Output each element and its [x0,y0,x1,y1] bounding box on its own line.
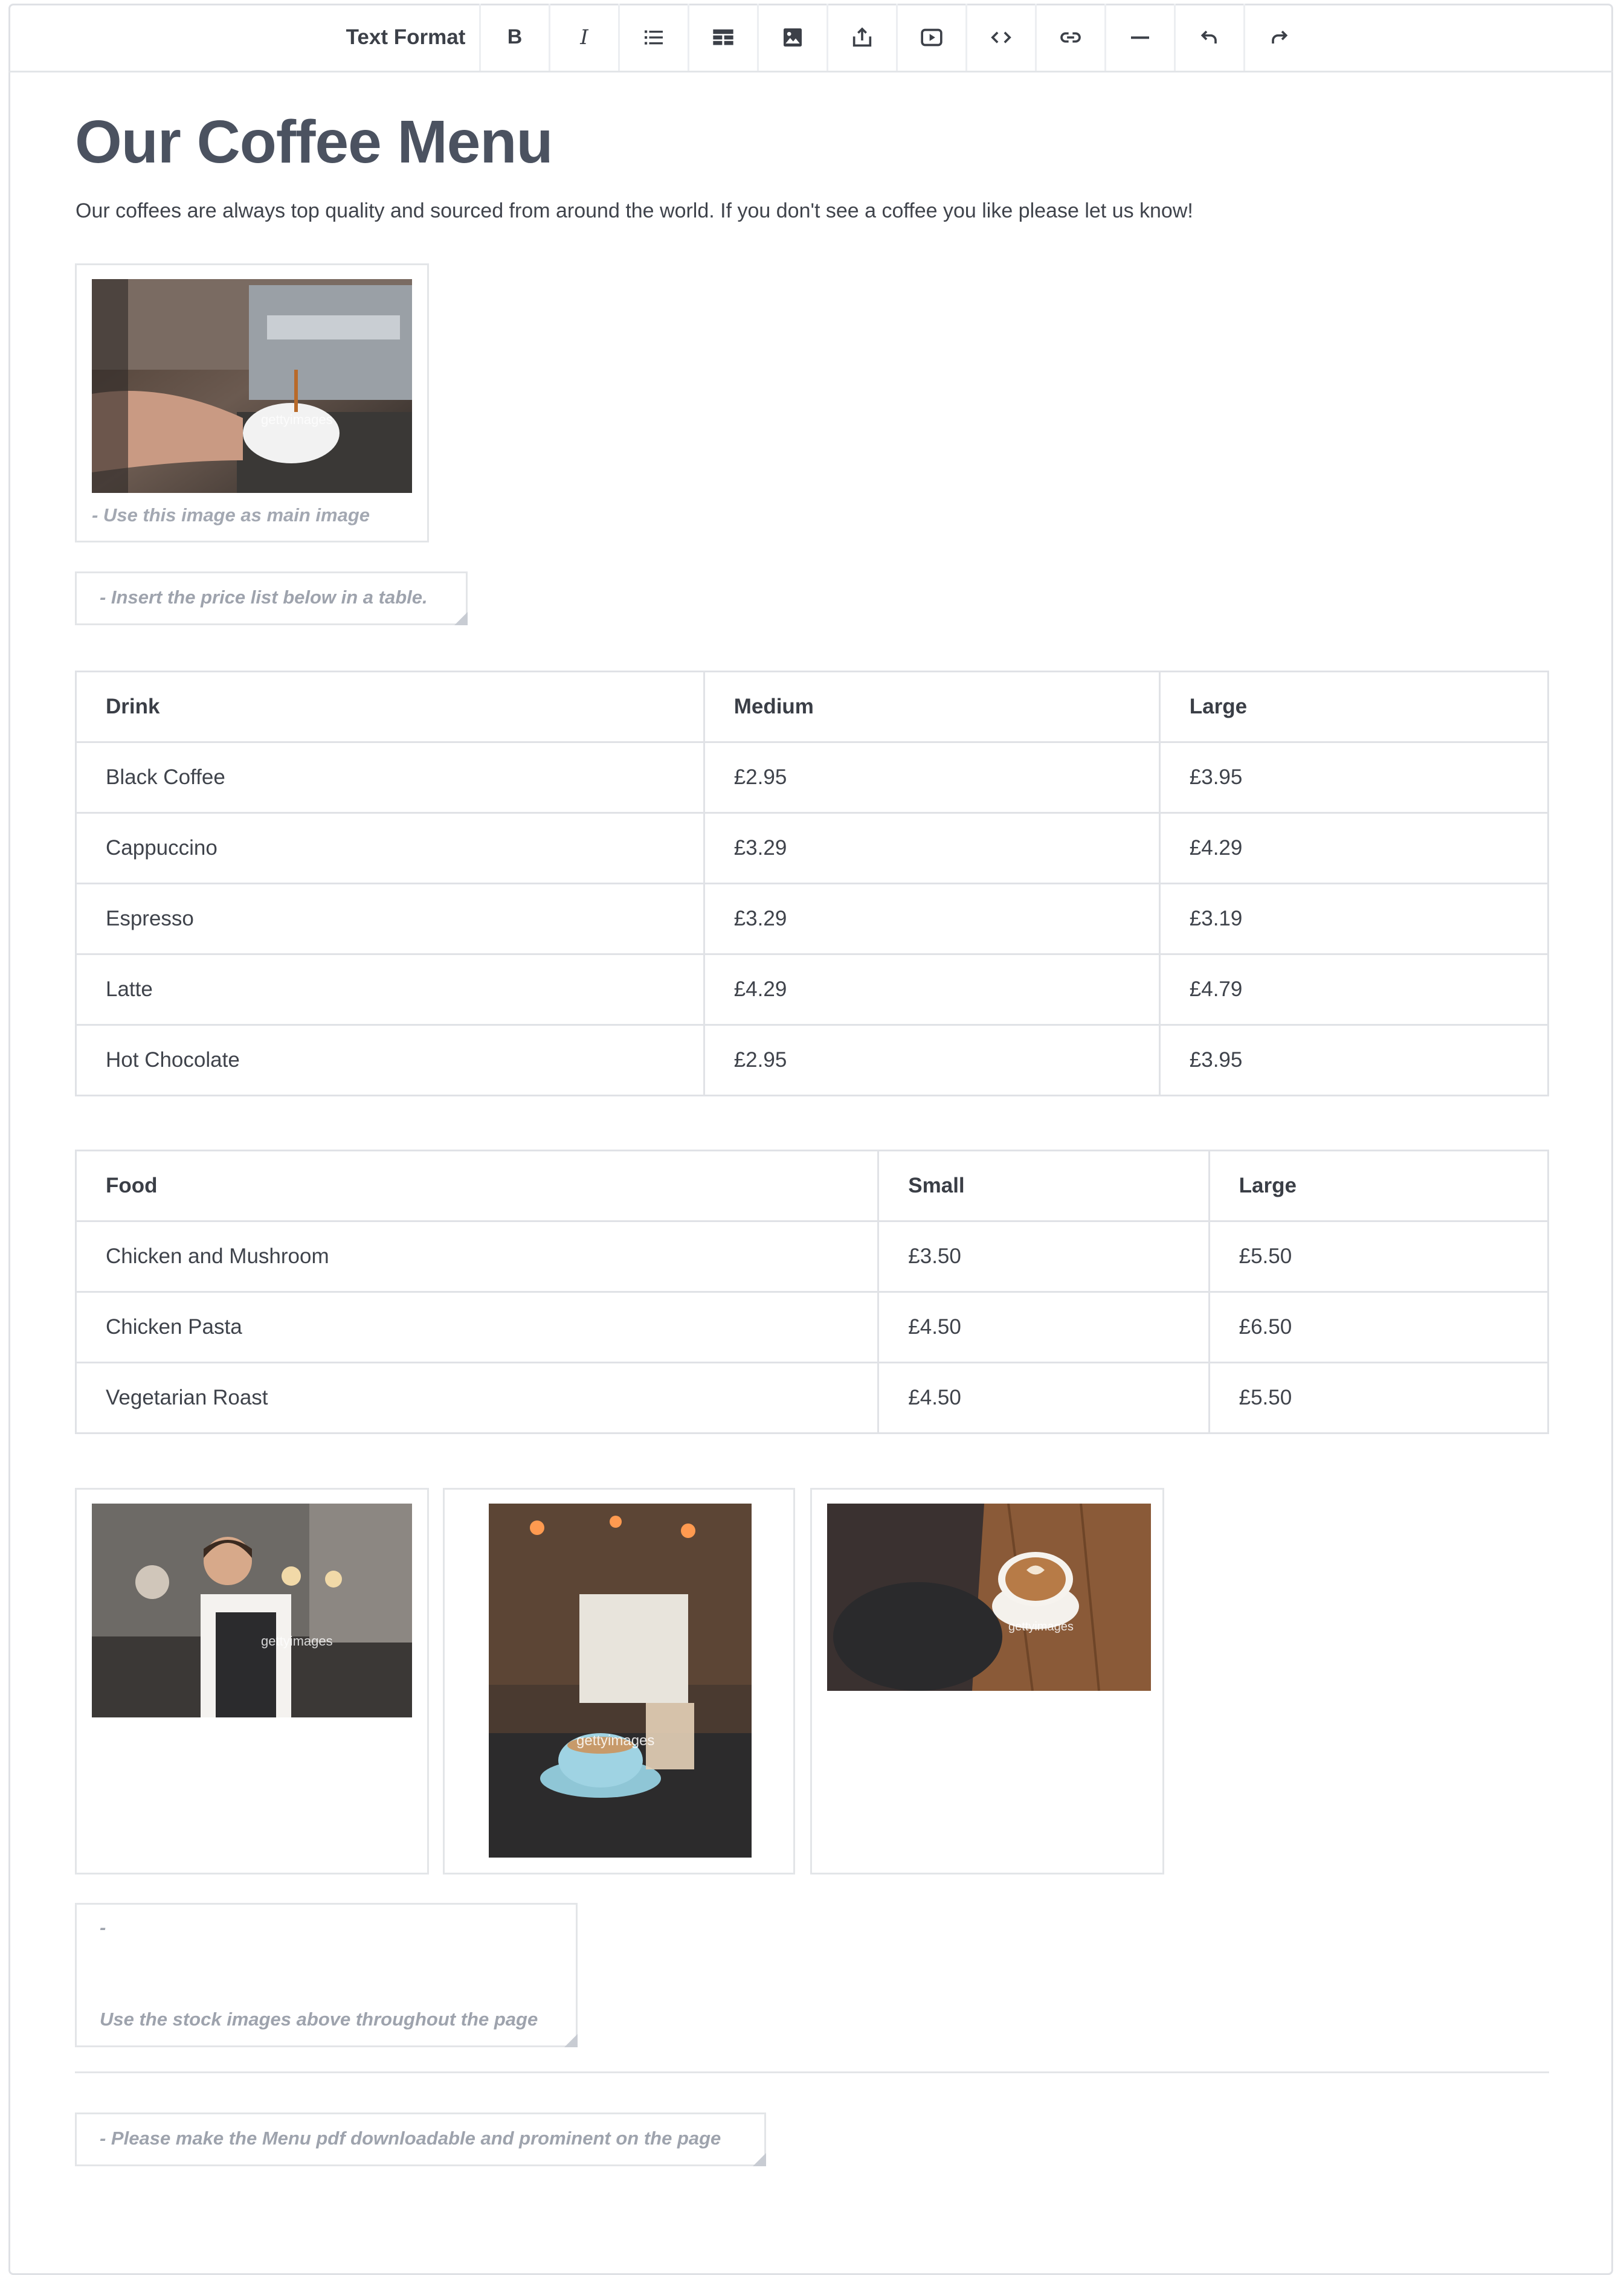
table-cell[interactable]: £5.50 [1208,1220,1550,1293]
stock-image-card[interactable]: gettyimages [810,1488,1164,1874]
table-cell[interactable]: Black Coffee [75,741,705,814]
stock-images-note-text: Use the stock images above throughout th… [100,2009,538,2030]
table-header-row: Food Small Large [74,1150,1550,1222]
bold-icon: B [507,25,523,48]
table-cell[interactable]: £4.29 [703,953,1161,1026]
watermark-text: gettyimages [576,1733,654,1749]
table-row: Chicken and Mushroom £3.50 £5.50 [74,1220,1550,1293]
drinks-price-table: Drink Medium Large Black Coffee £2.95 £3… [75,671,1550,1096]
main-image-card[interactable]: gettyimages - Use this image as main ima… [75,263,429,542]
table-cell[interactable]: £5.50 [1208,1362,1550,1434]
table-cell[interactable]: £2.95 [703,741,1161,814]
table-cell[interactable]: Latte [75,953,705,1026]
table-cell[interactable]: Vegetarian Roast [74,1362,880,1434]
table-row: Latte £4.29 £4.79 [75,953,1550,1026]
link-icon [1060,32,1081,42]
table-cell[interactable]: Chicken and Mushroom [74,1220,880,1293]
bold-button[interactable]: B [479,4,549,71]
table-button[interactable] [688,4,757,71]
horizontal-divider [75,2071,1549,2073]
table-cell[interactable]: Chicken Pasta [74,1291,880,1363]
redo-button[interactable] [1243,4,1313,71]
column-header: Drink [75,671,705,743]
table-cell[interactable]: Hot Chocolate [75,1024,705,1096]
table-row: Cappuccino £3.29 £4.29 [75,812,1550,884]
table-cell[interactable]: £3.19 [1158,883,1550,955]
barista-espresso-photo: gettyimages [92,279,412,493]
stock-images-note-dash: - [100,1917,106,1938]
table-cell[interactable]: £3.29 [703,883,1161,955]
table-cell[interactable]: £2.95 [703,1024,1161,1096]
table-cell[interactable]: £3.95 [1158,741,1550,814]
editor-toolbar: Text Format B I [8,4,1613,72]
table-row: Espresso £3.29 £3.19 [75,883,1550,955]
page-title: Our Coffee Menu [75,108,553,176]
note-fold [454,612,468,625]
horizontal-rule-icon [1131,36,1149,39]
upload-icon [852,27,872,47]
watermark-text: gettyimages [261,412,333,427]
insert-image-button[interactable] [757,4,826,71]
stock-image-card[interactable]: gettyimages [75,1488,429,1874]
column-header: Small [877,1150,1210,1222]
table-row: Chicken Pasta £4.50 £6.50 [74,1291,1550,1363]
italic-button[interactable]: I [549,4,618,71]
pdf-download-note[interactable]: - Please make the Menu pdf downloadable … [75,2112,766,2166]
insert-video-button[interactable] [896,4,965,71]
latte-art-photo: gettyimages [827,1504,1151,1691]
table-row: Black Coffee £2.95 £3.95 [75,741,1550,814]
main-image-caption: - Use this image as main image [92,504,370,526]
column-header: Large [1208,1150,1550,1222]
redo-icon [1272,30,1288,43]
pdf-download-note-text: - Please make the Menu pdf downloadable … [100,2128,721,2149]
stock-images-note[interactable]: - Use the stock images above throughout … [75,1903,578,2047]
table-row: Hot Chocolate £2.95 £3.95 [75,1024,1550,1096]
video-icon [921,28,942,46]
column-header: Food [74,1150,880,1222]
barista-portrait-photo: gettyimages [92,1504,412,1717]
price-list-note-text: - Insert the price list below in a table… [100,587,428,608]
upload-file-button[interactable] [826,4,896,71]
column-header: Medium [703,671,1161,743]
table-cell[interactable]: Espresso [75,883,705,955]
table-header-row: Drink Medium Large [75,671,1550,743]
table-cell[interactable]: £4.50 [877,1362,1210,1434]
food-price-table: Food Small Large Chicken and Mushroom £3… [74,1150,1550,1434]
table-cell[interactable]: £4.50 [877,1291,1210,1363]
table-row: Vegetarian Roast £4.50 £5.50 [74,1362,1550,1434]
table-cell[interactable]: Cappuccino [75,812,705,884]
table-cell[interactable]: £4.79 [1158,953,1550,1026]
text-format-dropdown[interactable]: Text Format [323,4,489,71]
table-cell[interactable]: £4.29 [1158,812,1550,884]
note-fold [564,2034,578,2047]
list-button[interactable] [618,4,688,71]
note-fold [753,2153,766,2166]
link-button[interactable] [1035,4,1104,71]
cappuccino-cafe-photo: gettyimages [489,1504,752,1858]
column-header: Large [1158,671,1550,743]
price-list-note[interactable]: - Insert the price list below in a table… [75,571,468,625]
stock-image-card[interactable]: gettyimages [443,1488,795,1874]
image-icon [784,28,802,47]
table-icon [713,29,733,45]
table-cell[interactable]: £3.95 [1158,1024,1550,1096]
italic-icon: I [580,25,588,50]
code-button[interactable] [965,4,1035,71]
intro-paragraph: Our coffees are always top quality and s… [76,199,1193,222]
watermark-text: gettyimages [1008,1620,1074,1633]
code-icon [991,31,1011,43]
horizontal-rule-button[interactable] [1104,4,1174,71]
table-cell[interactable]: £3.29 [703,812,1161,884]
watermark-text: gettyimages [261,1633,333,1649]
undo-button[interactable] [1174,4,1243,71]
list-icon [645,30,663,45]
table-cell[interactable]: £3.50 [877,1220,1210,1293]
undo-icon [1200,30,1217,43]
table-cell[interactable]: £6.50 [1208,1291,1550,1363]
